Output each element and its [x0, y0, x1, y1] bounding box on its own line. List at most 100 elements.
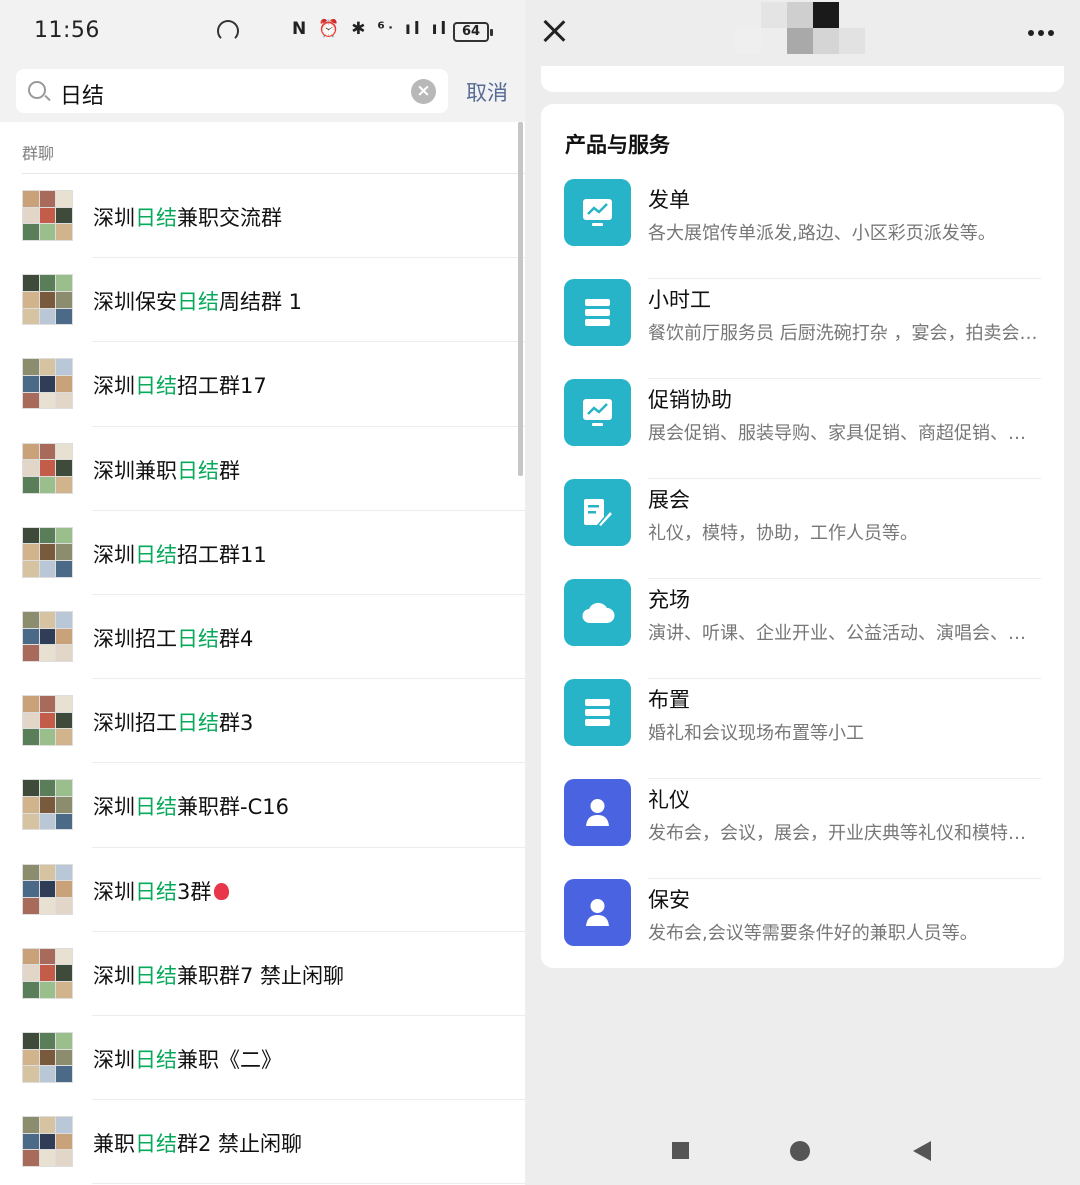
search-highlight: 日结 — [135, 879, 177, 904]
chat-result-item[interactable]: 深圳兼职日结群 — [0, 427, 525, 511]
chat-name: 深圳招工日结群3 — [93, 711, 254, 736]
group-avatar — [22, 274, 73, 326]
search-highlight: 日结 — [177, 711, 219, 736]
chat-name: 深圳招工日结群4 — [93, 626, 254, 651]
clear-icon[interactable]: × — [411, 79, 436, 104]
service-description: 餐饮前厅服务员 后厨洗碗打杂 ，宴会，拍卖会，展会服务 — [648, 323, 1040, 344]
chat-result-item[interactable]: 深圳日结兼职交流群 — [0, 174, 525, 259]
service-item[interactable]: 展会礼仪，模特，协助，工作人员等。 — [541, 479, 1064, 579]
battery-icon: 64 — [453, 22, 493, 42]
scrollbar[interactable] — [518, 122, 523, 476]
chat-result-item[interactable]: 深圳日结招工群11 — [0, 511, 525, 596]
search-highlight: 日结 — [135, 1047, 177, 1072]
service-name: 保安 — [648, 888, 690, 912]
service-name: 布置 — [648, 688, 690, 712]
search-bar: 日结 × 取消 — [0, 64, 525, 122]
wechat-search-screen: 11:56 N ⏰ ✱ ⁶ᐧ ıl ıl 64 日结 × 取消 群聊 深圳日结兼… — [0, 0, 525, 1185]
chart-monitor-icon — [564, 379, 631, 446]
chat-result-item[interactable]: 深圳招工日结群3 — [0, 679, 525, 764]
top-bar — [525, 0, 1080, 66]
search-highlight: 日结 — [177, 626, 219, 651]
services-card: 产品与服务 发单各大展馆传单派发,路边、小区彩页派发等。小时工 餐饮前厅服务员 后… — [541, 104, 1064, 968]
group-avatar — [22, 695, 73, 747]
chat-result-item[interactable]: 深圳日结3群 — [0, 848, 525, 932]
card-partial — [541, 66, 1064, 92]
status-bar: 11:56 N ⏰ ✱ ⁶ᐧ ıl ıl 64 — [0, 0, 525, 64]
recents-button[interactable] — [672, 1142, 689, 1159]
service-description: 各大展馆传单派发,路边、小区彩页派发等。 — [648, 223, 996, 244]
service-name: 充场 — [648, 588, 690, 612]
chat-result-item[interactable]: 深圳日结兼职群-C16 — [0, 763, 525, 848]
search-icon — [28, 81, 46, 99]
chat-name: 深圳日结兼职群-C16 — [93, 795, 289, 820]
search-highlight: 日结 — [135, 374, 177, 399]
close-icon[interactable] — [540, 15, 570, 45]
chat-result-item[interactable]: 深圳保安日结周结群 1 — [0, 258, 525, 343]
service-item[interactable]: 发单各大展馆传单派发,路边、小区彩页派发等。 — [541, 179, 1064, 279]
group-avatar — [22, 526, 73, 578]
service-description: 礼仪，模特，协助，工作人员等。 — [648, 523, 918, 544]
home-button[interactable] — [790, 1141, 810, 1161]
search-query[interactable]: 日结 — [60, 78, 104, 110]
service-description: 展会促销、服装导购、家具促销、商超促销、派单等 — [648, 423, 1040, 444]
chat-result-list: 深圳日结兼职交流群 深圳保安日结周结群 1 深圳日结招工群17 深圳兼职日结群深圳日结… — [0, 174, 525, 1185]
chat-name: 深圳兼职日结群 — [93, 458, 240, 483]
chat-name: 深圳日结招工群11 — [93, 542, 267, 567]
service-description: 演讲、听课、企业开业、公益活动、演唱会、发布会等 — [648, 623, 1040, 644]
pixelated-avatar — [735, 2, 865, 54]
service-name: 展会 — [648, 488, 690, 512]
server-stack-icon — [564, 279, 631, 346]
chat-result-item[interactable]: 兼职日结群2 禁止闲聊 — [0, 1100, 525, 1185]
service-name: 发单 — [648, 188, 690, 212]
edit-tool-icon — [564, 479, 631, 546]
search-highlight: 日结 — [135, 206, 177, 230]
service-name: 促销协助 — [648, 388, 732, 412]
chat-name: 深圳日结兼职《二》 — [93, 1047, 282, 1072]
speed-icon — [217, 20, 239, 42]
group-avatar — [22, 358, 73, 410]
balloon-emoji-icon — [214, 882, 230, 900]
more-options-icon[interactable] — [1028, 30, 1034, 36]
search-highlight: 日结 — [135, 963, 177, 988]
group-avatar — [22, 442, 73, 494]
service-name: 礼仪 — [648, 788, 690, 812]
service-item[interactable]: 礼仪发布会，会议，展会，开业庆典等礼仪和模特人员 — [541, 779, 1064, 879]
status-time: 11:56 — [34, 18, 100, 43]
person-icon — [564, 879, 631, 946]
chat-result-item[interactable]: 深圳日结兼职《二》 — [0, 1016, 525, 1101]
chat-result-item[interactable]: 深圳日结招工群17 — [0, 342, 525, 427]
chat-name: 兼职日结群2 禁止闲聊 — [93, 1132, 303, 1157]
service-item[interactable]: 充场演讲、听课、企业开业、公益活动、演唱会、发布会等 — [541, 579, 1064, 679]
service-item[interactable]: 布置婚礼和会议现场布置等小工 — [541, 679, 1064, 779]
group-avatar — [22, 190, 73, 241]
mini-program-screen: 产品与服务 发单各大展馆传单派发,路边、小区彩页派发等。小时工 餐饮前厅服务员 后… — [525, 0, 1080, 1185]
group-avatar — [22, 947, 73, 999]
search-input[interactable]: 日结 × — [16, 69, 448, 113]
search-highlight: 日结 — [177, 290, 219, 315]
chat-name: 深圳日结3群 — [93, 876, 230, 906]
group-avatar — [22, 863, 73, 915]
android-nav-bar — [525, 1110, 1080, 1185]
chat-result-item[interactable]: 深圳招工日结群4 — [0, 595, 525, 680]
group-avatar — [22, 1031, 73, 1083]
chat-name: 深圳日结招工群17 — [93, 374, 267, 399]
service-description: 婚礼和会议现场布置等小工 — [648, 723, 864, 744]
search-highlight: 日结 — [135, 1132, 177, 1157]
cancel-button[interactable]: 取消 — [466, 77, 508, 107]
service-item[interactable]: 小时工餐饮前厅服务员 后厨洗碗打杂 ，宴会，拍卖会，展会服务 — [541, 279, 1064, 379]
service-item[interactable]: 促销协助展会促销、服装导购、家具促销、商超促销、派单等 — [541, 379, 1064, 479]
group-avatar — [22, 1116, 73, 1168]
search-highlight: 日结 — [135, 795, 177, 820]
status-icons: N ⏰ ✱ ⁶ᐧ ıl ıl — [292, 19, 450, 39]
service-description: 发布会，会议，展会，开业庆典等礼仪和模特人员 — [648, 823, 1040, 844]
service-item[interactable]: 保安发布会,会议等需要条件好的兼职人员等。 — [541, 879, 1064, 979]
back-button[interactable] — [913, 1141, 931, 1161]
chat-name: 深圳日结兼职群7 禁止闲聊 — [93, 963, 345, 988]
card-title: 产品与服务 — [565, 133, 670, 157]
search-highlight: 日结 — [135, 542, 177, 567]
chat-result-item[interactable]: 深圳日结兼职群7 禁止闲聊 — [0, 932, 525, 1017]
section-label-group-chats: 群聊 — [22, 144, 55, 163]
person-icon — [564, 779, 631, 846]
service-description: 发布会,会议等需要条件好的兼职人员等。 — [648, 923, 978, 944]
group-avatar — [22, 779, 73, 831]
